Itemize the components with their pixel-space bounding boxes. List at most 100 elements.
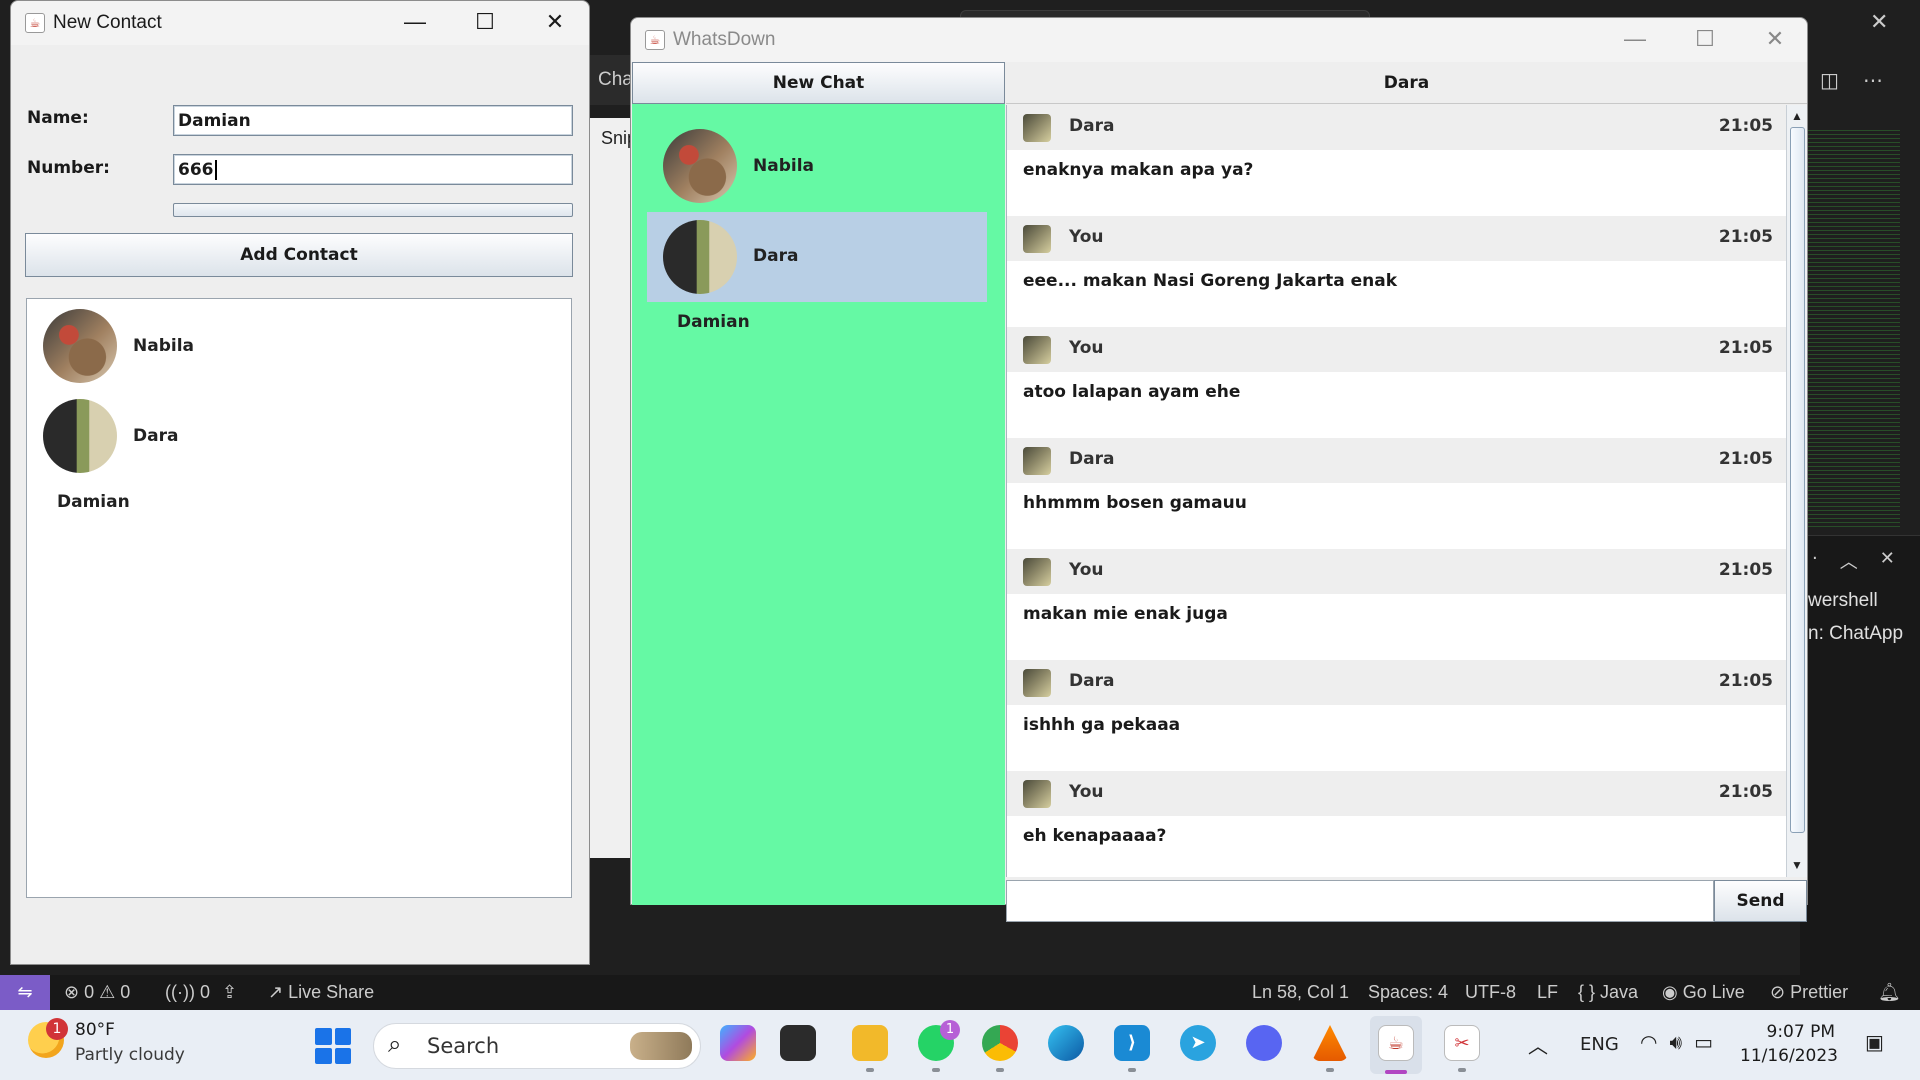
message-time: 21:05 xyxy=(1718,560,1773,580)
split-editor-icon[interactable]: ◫ xyxy=(1820,68,1839,92)
language-status[interactable]: { } Java xyxy=(1578,975,1638,1010)
avatar xyxy=(1023,780,1051,808)
running-indicator xyxy=(866,1068,874,1072)
prettier-status[interactable]: ⊘ Prettier xyxy=(1770,975,1848,1010)
running-indicator xyxy=(996,1068,1004,1072)
chat-item-damian[interactable]: Damian xyxy=(677,312,750,332)
message-text: makan mie enak juga xyxy=(1023,604,1228,624)
edge-icon[interactable] xyxy=(1048,1025,1084,1061)
vscode-editor-actions: ◫ ⋯ xyxy=(1820,68,1883,92)
prettier-label: Prettier xyxy=(1790,982,1849,1002)
terminal-app-icon[interactable] xyxy=(780,1025,816,1061)
close-icon[interactable]: ✕ xyxy=(535,9,575,35)
volume-icon: 🔊︎ xyxy=(1669,1030,1683,1054)
search-highlight-image[interactable] xyxy=(630,1032,692,1060)
minimize-icon[interactable]: — xyxy=(1615,26,1655,52)
close-icon[interactable]: ✕ xyxy=(1755,26,1795,52)
avatar xyxy=(1023,558,1051,586)
maximize-panel-icon[interactable]: ︿ xyxy=(1840,548,1858,574)
chevron-up-icon[interactable]: ︿ xyxy=(1528,1030,1548,1059)
live-share-status[interactable]: ↗ Live Share xyxy=(268,975,374,1010)
message-input[interactable] xyxy=(1006,880,1714,922)
chrome-icon[interactable] xyxy=(982,1025,1018,1061)
clock-time[interactable]: 9:07 PM xyxy=(1740,1022,1836,1042)
terminal-item-powershell[interactable]: wershell xyxy=(1808,590,1878,612)
vscode-close-icon[interactable]: ✕ xyxy=(1870,10,1888,35)
problems-status[interactable]: ⊗ 0 ⚠ 0 xyxy=(64,975,130,1010)
message-time: 21:05 xyxy=(1718,338,1773,358)
cursor-position[interactable]: Ln 58, Col 1 xyxy=(1252,975,1349,1010)
close-panel-icon[interactable]: ✕ xyxy=(1880,548,1895,574)
file-explorer-icon[interactable] xyxy=(852,1025,888,1061)
message-header: You 21:05 xyxy=(1007,216,1786,261)
weather-temperature[interactable]: 80°F xyxy=(75,1020,115,1040)
number-field[interactable]: 666 xyxy=(173,154,573,185)
remote-icon[interactable]: ⇋ xyxy=(0,975,50,1010)
message-text: enaknya makan apa ya? xyxy=(1023,160,1254,180)
bell-icon[interactable]: 🔔︎ xyxy=(1878,975,1901,1010)
scroll-down-icon[interactable]: ▼ xyxy=(1787,855,1807,875)
chat-item-nabila[interactable]: Nabila xyxy=(753,156,814,176)
name-field[interactable]: Damian xyxy=(173,105,573,136)
message-item: You 21:05 eh kenapaaaa? xyxy=(1007,771,1786,877)
chat-item-dara[interactable]: Dara xyxy=(753,246,798,266)
message-header: Dara 21:05 xyxy=(1007,660,1786,705)
send-button[interactable]: Send xyxy=(1714,880,1807,922)
contact-name[interactable]: Dara xyxy=(133,426,178,446)
indentation-status[interactable]: Spaces: 4 xyxy=(1368,975,1448,1010)
running-indicator xyxy=(1128,1068,1136,1072)
maximize-icon[interactable]: ☐ xyxy=(1685,26,1725,52)
contact-name[interactable]: Damian xyxy=(57,492,130,512)
progress-bar xyxy=(173,203,573,217)
eol-status[interactable]: LF xyxy=(1537,975,1558,1010)
copilot-pre-icon[interactable] xyxy=(720,1025,756,1061)
terminal-item-chatapp[interactable]: n: ChatApp xyxy=(1808,623,1903,645)
windows-taskbar xyxy=(0,1010,1920,1080)
message-list[interactable]: Dara 21:05 enaknya makan apa ya? You 21:… xyxy=(1006,105,1786,877)
scroll-up-icon[interactable]: ▲ xyxy=(1787,106,1807,126)
active-indicator xyxy=(1385,1070,1407,1074)
system-tray-icons[interactable]: ◠ 🔊︎ ▭ xyxy=(1640,1030,1713,1054)
snipping-tool-icon[interactable]: ✂ xyxy=(1444,1025,1480,1061)
notification-icon[interactable]: ▣ xyxy=(1865,1030,1884,1054)
message-text: atoo lalapan ayam ehe xyxy=(1023,382,1241,402)
scroll-thumb[interactable] xyxy=(1790,127,1805,833)
more-icon[interactable]: · xyxy=(1812,548,1818,574)
weather-description[interactable]: Partly cloudy xyxy=(75,1045,185,1065)
go-live-label: Go Live xyxy=(1682,982,1745,1002)
encoding-status[interactable]: UTF-8 xyxy=(1465,975,1516,1010)
message-text: eh kenapaaaa? xyxy=(1023,826,1167,846)
message-scrollbar[interactable]: ▲ ▼ xyxy=(1786,105,1807,877)
vscode-chat-tab[interactable]: Cha xyxy=(590,55,633,105)
vscode-minimap[interactable] xyxy=(1805,130,1900,530)
battery-icon: ▭ xyxy=(1694,1030,1713,1054)
go-live-status[interactable]: ◉ Go Live xyxy=(1662,975,1745,1010)
message-header: Dara 21:05 xyxy=(1007,438,1786,483)
whatsdown-titlebar[interactable]: ☕︎ WhatsDown — ☐ ✕ xyxy=(631,18,1807,62)
broadcast-icon: ((·)) xyxy=(165,982,195,1002)
number-label: Number: xyxy=(27,158,110,178)
contact-list[interactable]: Nabila Dara Damian xyxy=(26,298,572,898)
clock-date[interactable]: 11/16/2023 xyxy=(1740,1046,1838,1066)
telegram-icon[interactable]: ➤ xyxy=(1180,1025,1216,1061)
new-contact-titlebar[interactable]: ☕︎ New Contact — ☐ ✕ xyxy=(11,1,589,45)
new-chat-button[interactable]: New Chat xyxy=(632,62,1005,104)
start-button[interactable] xyxy=(315,1028,351,1064)
minimize-icon[interactable]: — xyxy=(395,9,435,35)
message-text: eee... makan Nasi Goreng Jakarta enak xyxy=(1023,271,1398,291)
add-contact-button[interactable]: Add Contact xyxy=(25,233,573,277)
avatar xyxy=(1023,114,1051,142)
ports-status[interactable]: ((·)) 0 xyxy=(165,975,210,1010)
warning-icon: ⚠ xyxy=(99,982,116,1002)
discord-icon[interactable] xyxy=(1246,1025,1282,1061)
new-contact-window: ☕︎ New Contact — ☐ ✕ Name: Damian Number… xyxy=(10,0,590,965)
avatar xyxy=(1023,447,1051,475)
text-cursor xyxy=(214,160,217,180)
deploy-icon[interactable]: ⇪ xyxy=(222,975,237,1010)
vscode-icon[interactable]: ⟩ xyxy=(1114,1025,1150,1061)
maximize-icon[interactable]: ☐ xyxy=(465,9,505,35)
message-item: Dara 21:05 hhmmm bosen gamauu xyxy=(1007,438,1786,549)
contact-name[interactable]: Nabila xyxy=(133,336,194,356)
more-actions-icon[interactable]: ⋯ xyxy=(1863,68,1883,92)
input-language[interactable]: ENG xyxy=(1580,1034,1619,1055)
